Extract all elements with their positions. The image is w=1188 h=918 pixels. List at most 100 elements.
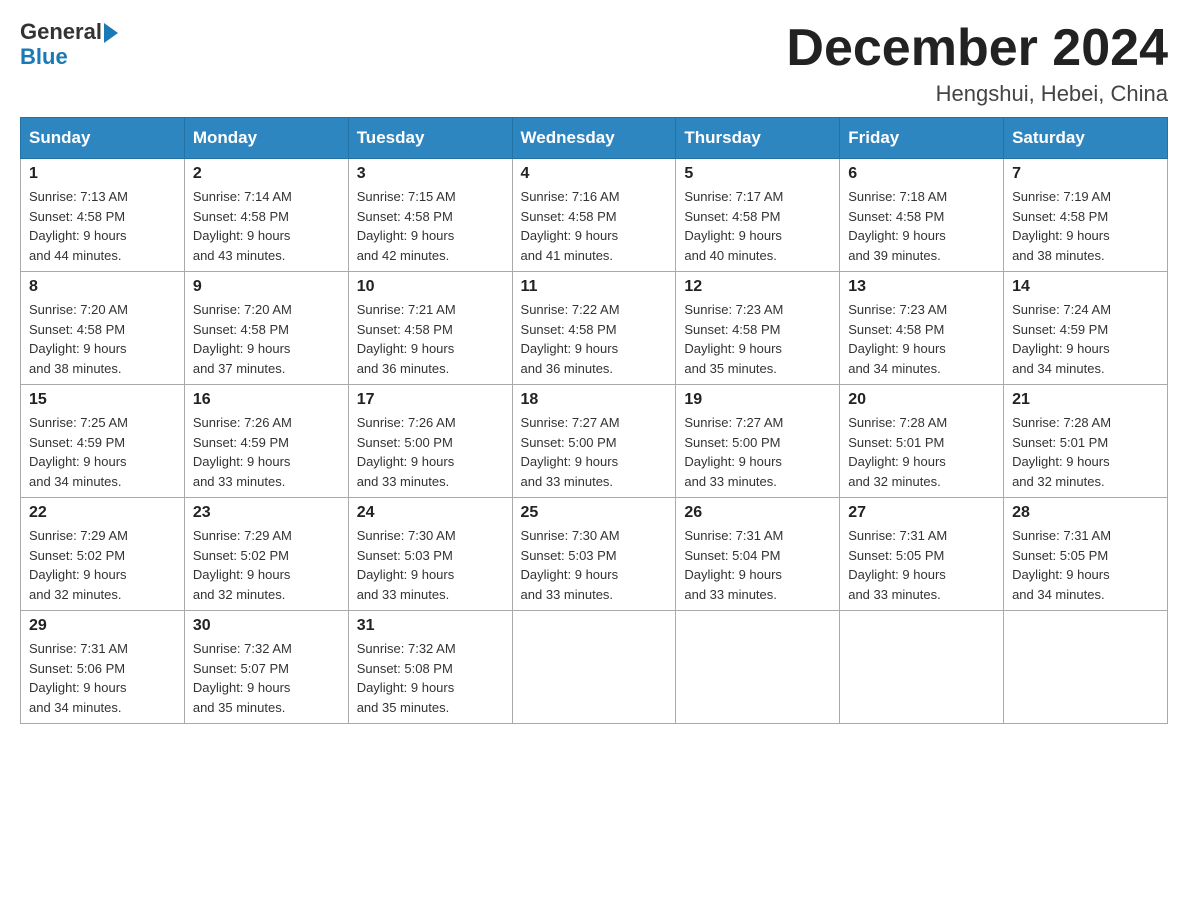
day-number: 16 bbox=[193, 391, 340, 409]
location: Hengshui, Hebei, China bbox=[786, 81, 1168, 107]
day-number: 18 bbox=[521, 391, 668, 409]
day-info: Sunrise: 7:15 AMSunset: 4:58 PMDaylight:… bbox=[357, 187, 504, 265]
day-info: Sunrise: 7:26 AMSunset: 4:59 PMDaylight:… bbox=[193, 413, 340, 491]
calendar-cell: 18 Sunrise: 7:27 AMSunset: 5:00 PMDayligh… bbox=[512, 385, 676, 498]
day-number: 2 bbox=[193, 165, 340, 183]
week-row-5: 29 Sunrise: 7:31 AMSunset: 5:06 PMDayligh… bbox=[21, 611, 1168, 724]
day-number: 20 bbox=[848, 391, 995, 409]
day-number: 9 bbox=[193, 278, 340, 296]
calendar-cell: 22 Sunrise: 7:29 AMSunset: 5:02 PMDayligh… bbox=[21, 498, 185, 611]
day-info: Sunrise: 7:24 AMSunset: 4:59 PMDaylight:… bbox=[1012, 300, 1159, 378]
day-number: 30 bbox=[193, 617, 340, 635]
header-cell-wednesday: Wednesday bbox=[512, 118, 676, 159]
calendar-cell: 20 Sunrise: 7:28 AMSunset: 5:01 PMDayligh… bbox=[840, 385, 1004, 498]
header-cell-tuesday: Tuesday bbox=[348, 118, 512, 159]
day-number: 15 bbox=[29, 391, 176, 409]
calendar-cell: 5 Sunrise: 7:17 AMSunset: 4:58 PMDaylight… bbox=[676, 159, 840, 272]
calendar-cell: 2 Sunrise: 7:14 AMSunset: 4:58 PMDaylight… bbox=[184, 159, 348, 272]
calendar-cell: 27 Sunrise: 7:31 AMSunset: 5:05 PMDayligh… bbox=[840, 498, 1004, 611]
day-info: Sunrise: 7:32 AMSunset: 5:07 PMDaylight:… bbox=[193, 639, 340, 717]
day-info: Sunrise: 7:17 AMSunset: 4:58 PMDaylight:… bbox=[684, 187, 831, 265]
day-info: Sunrise: 7:27 AMSunset: 5:00 PMDaylight:… bbox=[684, 413, 831, 491]
day-info: Sunrise: 7:18 AMSunset: 4:58 PMDaylight:… bbox=[848, 187, 995, 265]
day-number: 24 bbox=[357, 504, 504, 522]
day-info: Sunrise: 7:31 AMSunset: 5:06 PMDaylight:… bbox=[29, 639, 176, 717]
calendar-table: SundayMondayTuesdayWednesdayThursdayFrid… bbox=[20, 117, 1168, 724]
day-info: Sunrise: 7:27 AMSunset: 5:00 PMDaylight:… bbox=[521, 413, 668, 491]
calendar-cell: 16 Sunrise: 7:26 AMSunset: 4:59 PMDayligh… bbox=[184, 385, 348, 498]
week-row-2: 8 Sunrise: 7:20 AMSunset: 4:58 PMDaylight… bbox=[21, 272, 1168, 385]
day-number: 1 bbox=[29, 165, 176, 183]
calendar-cell: 21Sunrise: 7:28 AMSunset: 5:01 PMDayligh… bbox=[1004, 385, 1168, 498]
calendar-cell: 26Sunrise: 7:31 AMSunset: 5:04 PMDayligh… bbox=[676, 498, 840, 611]
week-row-1: 1 Sunrise: 7:13 AMSunset: 4:58 PMDaylight… bbox=[21, 159, 1168, 272]
day-info: Sunrise: 7:28 AMSunset: 5:01 PMDaylight:… bbox=[1012, 413, 1159, 491]
day-info: Sunrise: 7:29 AMSunset: 5:02 PMDaylight:… bbox=[193, 526, 340, 604]
calendar-cell bbox=[676, 611, 840, 724]
calendar-cell: 28 Sunrise: 7:31 AMSunset: 5:05 PMDayligh… bbox=[1004, 498, 1168, 611]
day-number: 13 bbox=[848, 278, 995, 296]
calendar-cell: 12Sunrise: 7:23 AMSunset: 4:58 PMDayligh… bbox=[676, 272, 840, 385]
calendar-cell: 1 Sunrise: 7:13 AMSunset: 4:58 PMDaylight… bbox=[21, 159, 185, 272]
header-cell-saturday: Saturday bbox=[1004, 118, 1168, 159]
day-info: Sunrise: 7:31 AMSunset: 5:05 PMDaylight:… bbox=[848, 526, 995, 604]
calendar-cell: 9 Sunrise: 7:20 AMSunset: 4:58 PMDaylight… bbox=[184, 272, 348, 385]
calendar-cell: 4Sunrise: 7:16 AMSunset: 4:58 PMDaylight… bbox=[512, 159, 676, 272]
day-number: 22 bbox=[29, 504, 176, 522]
day-number: 11 bbox=[521, 278, 668, 296]
calendar-cell: 10Sunrise: 7:21 AMSunset: 4:58 PMDayligh… bbox=[348, 272, 512, 385]
day-info: Sunrise: 7:32 AMSunset: 5:08 PMDaylight:… bbox=[357, 639, 504, 717]
day-info: Sunrise: 7:28 AMSunset: 5:01 PMDaylight:… bbox=[848, 413, 995, 491]
day-info: Sunrise: 7:30 AMSunset: 5:03 PMDaylight:… bbox=[521, 526, 668, 604]
calendar-cell: 3Sunrise: 7:15 AMSunset: 4:58 PMDaylight… bbox=[348, 159, 512, 272]
day-info: Sunrise: 7:13 AMSunset: 4:58 PMDaylight:… bbox=[29, 187, 176, 265]
day-number: 17 bbox=[357, 391, 504, 409]
calendar-cell: 31Sunrise: 7:32 AMSunset: 5:08 PMDayligh… bbox=[348, 611, 512, 724]
day-number: 26 bbox=[684, 504, 831, 522]
calendar-header: SundayMondayTuesdayWednesdayThursdayFrid… bbox=[21, 118, 1168, 159]
day-number: 8 bbox=[29, 278, 176, 296]
calendar-body: 1 Sunrise: 7:13 AMSunset: 4:58 PMDaylight… bbox=[21, 159, 1168, 724]
day-number: 10 bbox=[357, 278, 504, 296]
calendar-cell: 29 Sunrise: 7:31 AMSunset: 5:06 PMDayligh… bbox=[21, 611, 185, 724]
calendar-cell: 30 Sunrise: 7:32 AMSunset: 5:07 PMDayligh… bbox=[184, 611, 348, 724]
day-number: 7 bbox=[1012, 165, 1159, 183]
day-number: 6 bbox=[848, 165, 995, 183]
calendar-cell bbox=[1004, 611, 1168, 724]
logo-text: General bbox=[20, 20, 118, 44]
calendar-cell: 17 Sunrise: 7:26 AMSunset: 5:00 PMDayligh… bbox=[348, 385, 512, 498]
day-number: 29 bbox=[29, 617, 176, 635]
calendar-cell: 8 Sunrise: 7:20 AMSunset: 4:58 PMDaylight… bbox=[21, 272, 185, 385]
day-number: 4 bbox=[521, 165, 668, 183]
calendar-cell: 7 Sunrise: 7:19 AMSunset: 4:58 PMDaylight… bbox=[1004, 159, 1168, 272]
calendar-cell: 24 Sunrise: 7:30 AMSunset: 5:03 PMDayligh… bbox=[348, 498, 512, 611]
page-header: General Blue December 2024 Hengshui, Heb… bbox=[20, 20, 1168, 107]
day-info: Sunrise: 7:30 AMSunset: 5:03 PMDaylight:… bbox=[357, 526, 504, 604]
day-info: Sunrise: 7:20 AMSunset: 4:58 PMDaylight:… bbox=[193, 300, 340, 378]
month-title: December 2024 bbox=[786, 20, 1168, 77]
calendar-cell: 13Sunrise: 7:23 AMSunset: 4:58 PMDayligh… bbox=[840, 272, 1004, 385]
logo: General Blue bbox=[20, 20, 118, 70]
day-info: Sunrise: 7:29 AMSunset: 5:02 PMDaylight:… bbox=[29, 526, 176, 604]
calendar-cell: 6 Sunrise: 7:18 AMSunset: 4:58 PMDaylight… bbox=[840, 159, 1004, 272]
day-number: 25 bbox=[521, 504, 668, 522]
day-number: 23 bbox=[193, 504, 340, 522]
day-number: 28 bbox=[1012, 504, 1159, 522]
header-cell-sunday: Sunday bbox=[21, 118, 185, 159]
day-number: 5 bbox=[684, 165, 831, 183]
week-row-4: 22 Sunrise: 7:29 AMSunset: 5:02 PMDayligh… bbox=[21, 498, 1168, 611]
day-info: Sunrise: 7:19 AMSunset: 4:58 PMDaylight:… bbox=[1012, 187, 1159, 265]
header-cell-friday: Friday bbox=[840, 118, 1004, 159]
day-info: Sunrise: 7:20 AMSunset: 4:58 PMDaylight:… bbox=[29, 300, 176, 378]
day-info: Sunrise: 7:23 AMSunset: 4:58 PMDaylight:… bbox=[684, 300, 831, 378]
day-number: 19 bbox=[684, 391, 831, 409]
day-number: 14 bbox=[1012, 278, 1159, 296]
title-block: December 2024 Hengshui, Hebei, China bbox=[786, 20, 1168, 107]
calendar-cell bbox=[840, 611, 1004, 724]
day-info: Sunrise: 7:31 AMSunset: 5:05 PMDaylight:… bbox=[1012, 526, 1159, 604]
day-number: 27 bbox=[848, 504, 995, 522]
calendar-cell: 15Sunrise: 7:25 AMSunset: 4:59 PMDayligh… bbox=[21, 385, 185, 498]
calendar-cell: 19 Sunrise: 7:27 AMSunset: 5:00 PMDayligh… bbox=[676, 385, 840, 498]
day-info: Sunrise: 7:26 AMSunset: 5:00 PMDaylight:… bbox=[357, 413, 504, 491]
day-info: Sunrise: 7:14 AMSunset: 4:58 PMDaylight:… bbox=[193, 187, 340, 265]
